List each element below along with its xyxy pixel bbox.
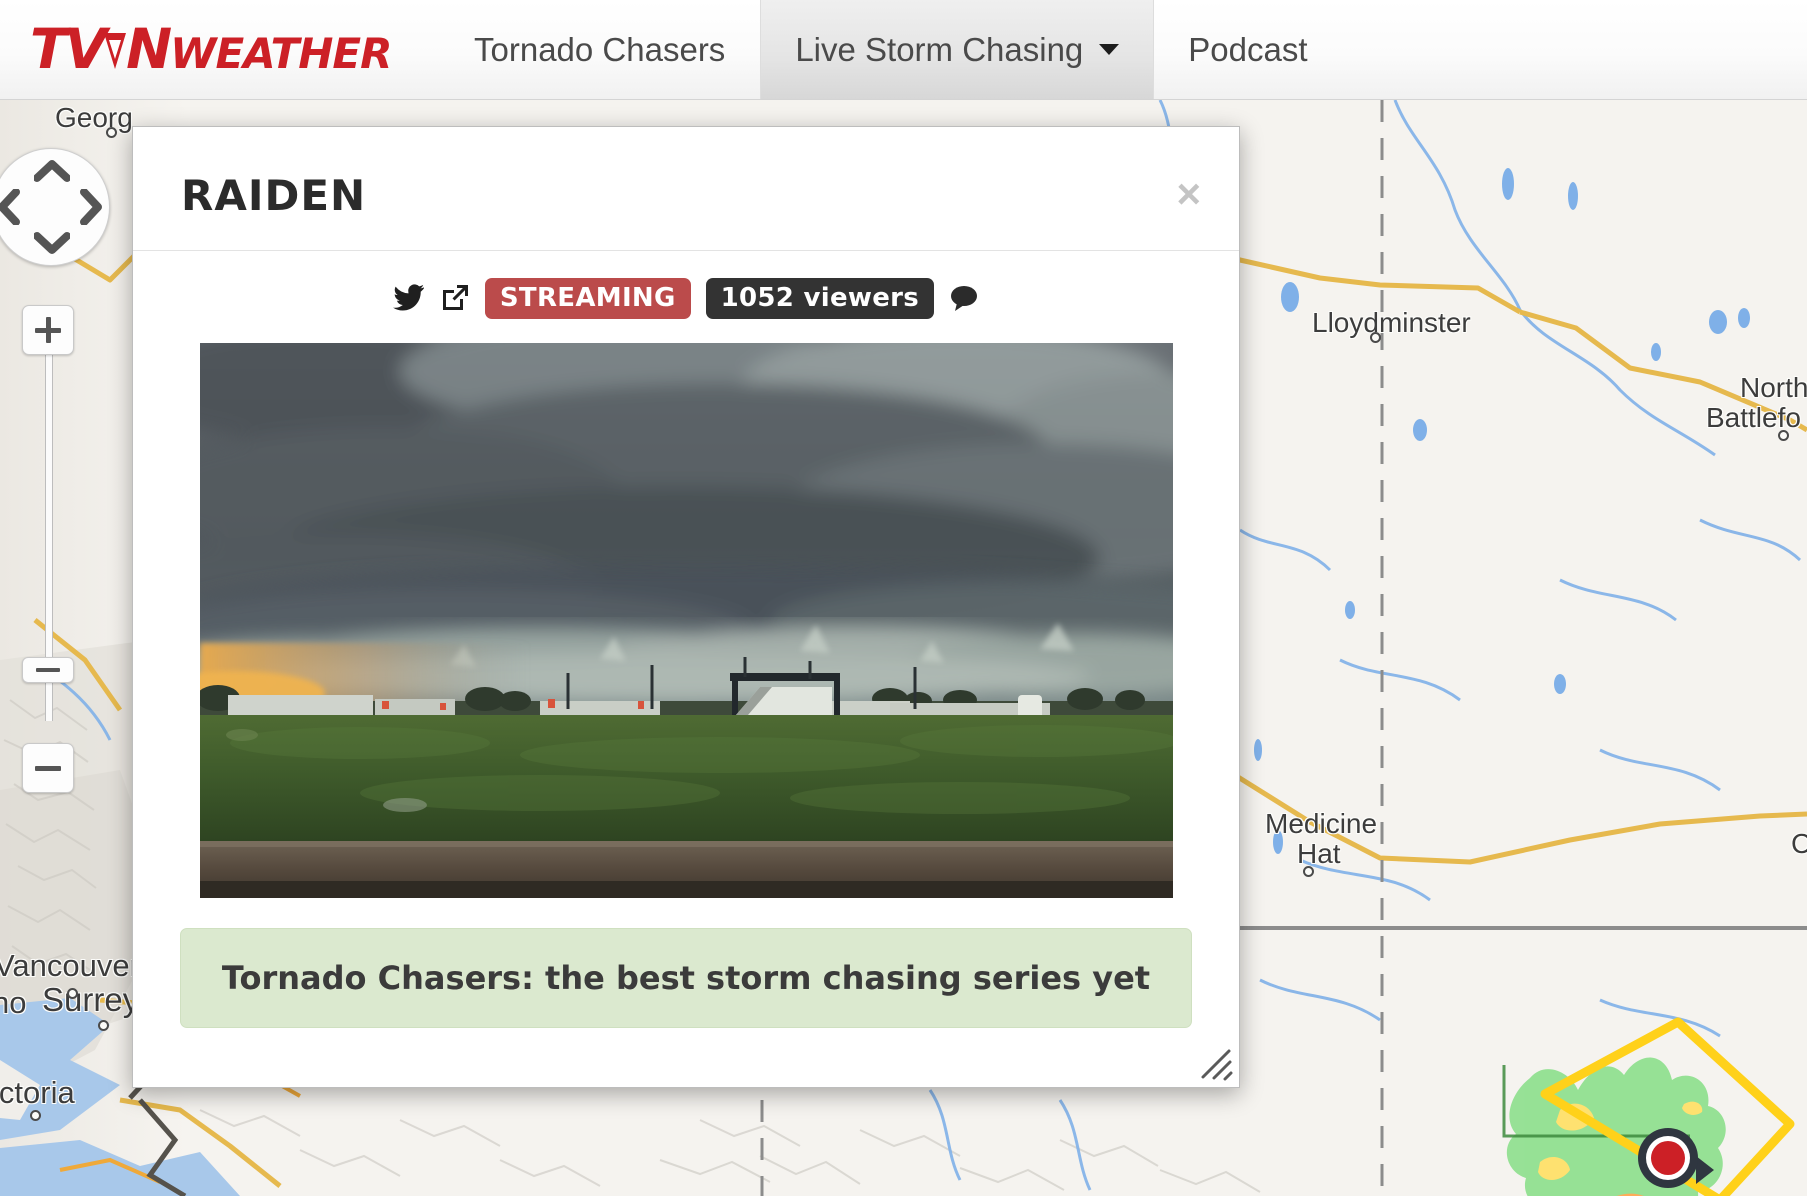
brand-name-suffix: WEATHER [170,29,392,78]
pan-down-icon[interactable] [34,231,70,255]
nav-item-label: Tornado Chasers [474,30,726,68]
promo-banner[interactable]: Tornado Chasers: the best storm chasing … [180,928,1192,1028]
live-stream-video[interactable] [199,343,1173,898]
brand-logo: TV N WEATHER [30,17,392,81]
chat-bubble-icon[interactable] [949,284,979,312]
nav-item-label: Podcast [1188,30,1308,68]
map-zoom-control[interactable] [22,305,76,793]
external-link-icon[interactable] [440,283,470,313]
promo-banner-text: Tornado Chasers: the best storm chasing … [221,959,1151,997]
viewer-count-badge: 1052 viewers [705,277,935,319]
close-icon[interactable]: × [1176,173,1201,215]
video-frame-graphic [199,343,1173,898]
modal-body: STREAMING 1052 viewers Tornado Chasers: … [133,251,1239,1087]
pan-up-icon[interactable] [34,159,70,183]
pan-right-icon[interactable] [79,189,103,225]
zoom-out-button[interactable] [22,743,74,793]
nav-item-tornado-chasers[interactable]: Tornado Chasers [440,0,760,99]
pan-left-icon[interactable] [0,189,21,225]
zoom-slider-handle[interactable] [22,657,74,683]
brand-name-part1: TV [30,17,107,81]
modal-title: RAIDEN [181,171,367,220]
nav-item-label: Live Storm Chasing [795,30,1084,68]
brand-logo-link[interactable]: TV N WEATHER [0,0,440,99]
page-root: GeorgnroseLloydminsterNorthBattlefoMedic… [0,0,1807,1196]
brand-name-part2: N [126,17,172,81]
zoom-in-button[interactable] [22,305,74,355]
chevron-down-icon [1099,44,1120,55]
stream-status-row: STREAMING 1052 viewers [392,275,979,321]
status-badge-streaming: STREAMING [484,277,691,319]
radar-echo-layer [1507,1057,1726,1196]
chaser-detail-modal: RAIDEN × STREAMING 1052 viewers Tornado … [132,126,1240,1088]
twitter-bird-icon[interactable] [392,284,425,312]
nav-item-podcast[interactable]: Podcast [1154,0,1342,99]
nav-item-live-storm-chasing[interactable]: Live Storm Chasing [760,0,1155,99]
lightning-bolt-icon [102,31,128,71]
modal-header: RAIDEN × [133,127,1239,251]
top-navigation-bar: TV N WEATHER Tornado Chasers Live Storm … [0,0,1807,100]
nav-items: Tornado Chasers Live Storm Chasing Podca… [440,0,1807,99]
resize-grip-icon[interactable] [1199,1047,1233,1081]
